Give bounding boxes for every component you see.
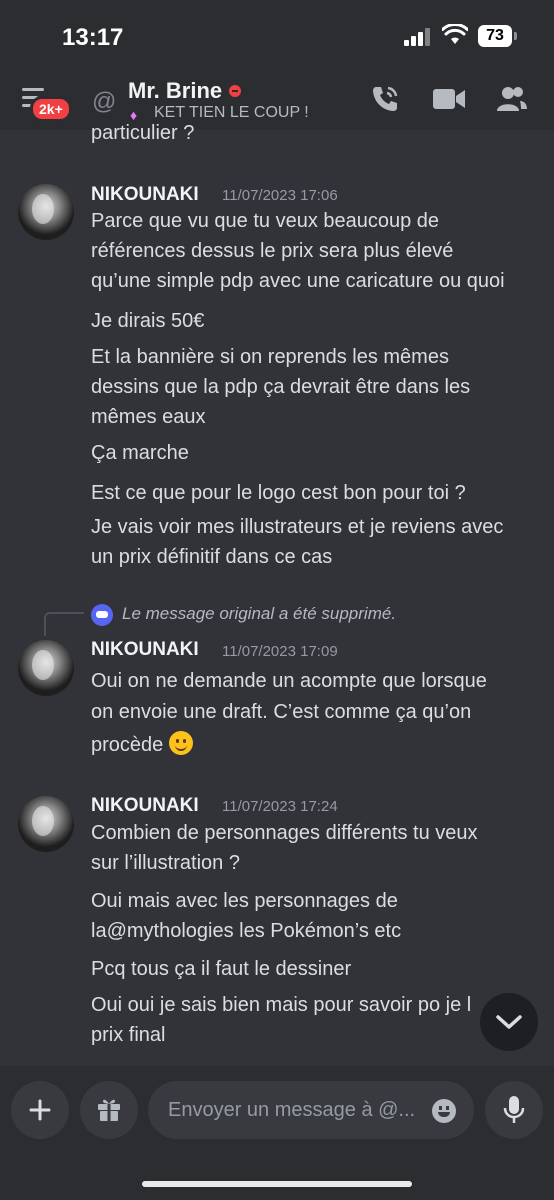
jump-to-bottom-button[interactable] [480,993,538,1051]
microphone-icon [503,1096,525,1123]
emoji-icon[interactable] [432,1099,456,1123]
reply-connector [44,612,84,636]
status-bar: 13:17 73 [0,0,554,70]
message-line: Parce que vu que tu veux beaucoup de [91,210,440,232]
add-attachment-button[interactable] [11,1081,69,1139]
battery-tip [514,32,517,40]
message-line: Est ce que pour le logo cest bon pour to… [91,482,466,504]
message-line: Et la bannière si on reprends les mêmes [91,346,449,368]
message-line: dessins que la pdp ça devrait être dans … [91,376,471,398]
gift-button[interactable] [80,1081,138,1139]
message-author[interactable]: NIKOUNAKI [91,795,199,817]
video-camera-icon[interactable] [432,87,466,111]
phone-call-icon[interactable] [370,84,400,114]
message-timestamp: 11/07/2023 17:09 [222,643,338,660]
message-timestamp: 11/07/2023 17:06 [222,187,338,204]
dm-user-name[interactable]: Mr. Brine [128,78,222,104]
message-line: Oui mais avec les personnages de [91,890,398,912]
message-line: Ça marche [91,442,189,464]
message-line: sur l’illustration ? [91,852,240,874]
message-line: un prix définitif dans ce cas [91,546,333,568]
message-line: références dessus le prix sera plus élev… [91,240,454,262]
unread-badge: 2k+ [30,96,72,122]
discord-logo-icon [91,604,113,626]
message-line: Je vais voir mes illustrateurs et je rev… [91,516,504,538]
reply-deleted-note[interactable]: Le message original a été supprimé. [122,604,396,624]
avatar[interactable] [18,796,74,852]
channel-header: 2k+ @ Mr. Brine ♦ KET TIEN LE COUP ! [0,70,554,130]
message-timestamp: 11/07/2023 17:24 [222,798,338,815]
do-not-disturb-icon [229,85,241,97]
message-line: Je dirais 50€ [91,310,205,332]
members-icon[interactable] [496,85,528,113]
message-input[interactable] [148,1081,474,1139]
message-line: prix final [91,1024,166,1046]
message-line: mêmes eaux [91,406,206,428]
chevron-down-icon [496,1015,522,1029]
message-line: on envoie une draft. C’est comme ça qu’o… [91,701,472,723]
plus-icon [29,1099,51,1121]
message-line: particulier ? [91,122,195,144]
user-custom-status: KET TIEN LE COUP ! [154,104,309,121]
wifi-icon [442,24,468,44]
message-line: Combien de personnages différents tu veu… [91,822,478,844]
battery-indicator: 73 [478,25,512,47]
at-icon: @ [92,88,117,115]
message-line: procède [91,730,541,760]
message-line: Pcq tous ça il faut le dessiner [91,958,352,980]
cellular-signal-icon [404,28,432,46]
message-text: procède [91,734,164,756]
message-line: Oui oui je sais bien mais pour savoir po… [91,994,472,1016]
status-time: 13:17 [62,24,124,51]
message-line: Oui on ne demande un acompte que lorsque [91,670,487,692]
avatar[interactable] [18,640,74,696]
gift-icon [98,1099,120,1121]
message-line: la@mythologies les Pokémon’s etc [91,920,402,942]
message-author[interactable]: NIKOUNAKI [91,184,199,206]
voice-message-button[interactable] [485,1081,543,1139]
message-line: qu’une simple pdp avec une caricature ou… [91,270,505,292]
home-indicator[interactable] [142,1181,412,1187]
message-composer [0,1066,554,1200]
message-author[interactable]: NIKOUNAKI [91,639,199,661]
avatar[interactable] [18,184,74,240]
gem-icon: ♦ [130,107,138,123]
slightly-smiling-emoji-icon [168,731,193,755]
